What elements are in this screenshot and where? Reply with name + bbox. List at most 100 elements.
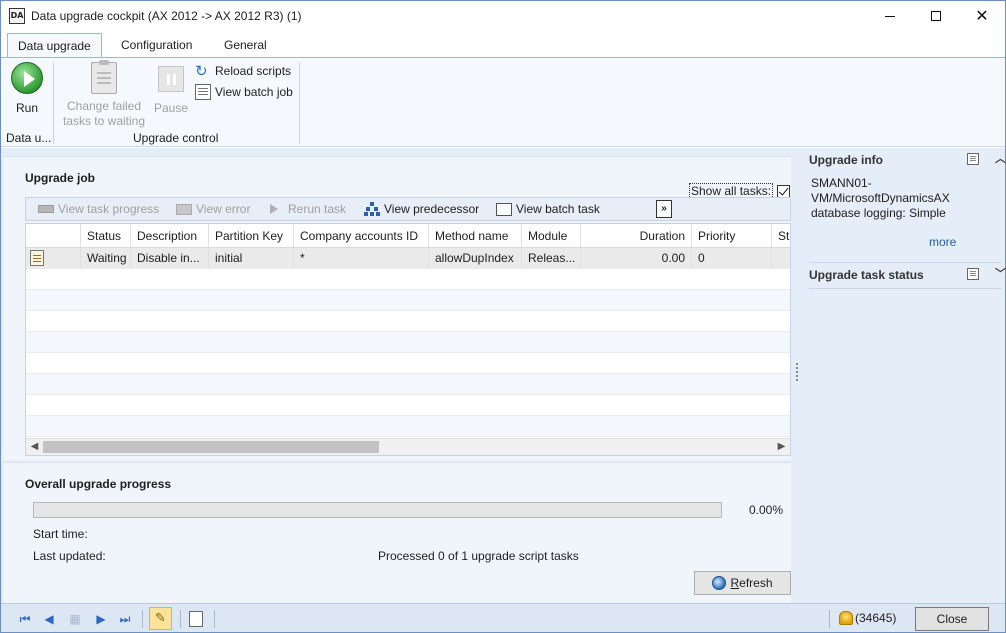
batch-task-icon — [496, 202, 512, 216]
processed-text: Processed 0 of 1 upgrade script tasks — [378, 549, 579, 563]
attachments-icon[interactable] — [189, 611, 203, 627]
app-icon: DA — [9, 8, 25, 24]
pane-splitter[interactable] — [793, 148, 801, 603]
chevron-up-icon[interactable]: ︿ — [995, 150, 1006, 166]
refresh-icon — [712, 576, 727, 590]
column-header-status[interactable]: Status — [81, 224, 131, 247]
column-header-module[interactable]: Module — [522, 224, 581, 247]
run-button[interactable]: Run — [9, 62, 45, 115]
view-batch-job-button[interactable]: View batch job — [195, 82, 293, 102]
cell-company-accounts-id: * — [294, 248, 429, 268]
status-separator — [142, 610, 143, 628]
refresh-button[interactable]: Refresh — [694, 571, 791, 595]
status-bar: ⏮ ◀ ▦ ▶ ⏭ ✎ (34645) Close — [1, 603, 1005, 632]
grid-header: Status Description Partition Key Company… — [26, 224, 790, 248]
edit-mode-button[interactable]: ✎ — [149, 607, 172, 630]
ribbon: Run Data u... Change failed tasks to wai… — [1, 57, 1005, 147]
empty-row — [26, 353, 790, 374]
empty-row — [26, 269, 790, 290]
maximize-button[interactable] — [913, 1, 959, 31]
scroll-left-icon[interactable]: ◀ — [26, 439, 43, 455]
first-record-icon[interactable]: ⏮ — [17, 611, 33, 627]
view-batch-task-button[interactable]: View batch task — [496, 198, 600, 220]
title-bar: DA Data upgrade cockpit (AX 2012 -> AX 2… — [1, 1, 1005, 31]
horizontal-scrollbar[interactable]: ◀ ▶ — [26, 438, 790, 455]
pause-button[interactable]: Pause — [153, 66, 189, 115]
cell-status: Waiting — [81, 248, 131, 268]
minimize-button[interactable] — [867, 1, 913, 31]
column-header-priority[interactable]: Priority — [692, 224, 772, 247]
show-all-tasks-checkbox[interactable] — [777, 184, 791, 198]
upgrade-info-header[interactable]: Upgrade info ︿ — [809, 149, 1006, 171]
reload-scripts-label: Reload scripts — [215, 64, 292, 78]
refresh-label-accelerator: R — [730, 576, 740, 590]
column-header-method-name[interactable]: Method name — [429, 224, 522, 247]
factbox-settings-icon[interactable] — [967, 153, 979, 165]
ribbon-separator — [53, 62, 54, 144]
cell-duration: 0.00 — [581, 248, 692, 268]
last-updated-label: Last updated: — [33, 549, 106, 563]
column-header-description[interactable]: Description — [131, 224, 209, 247]
notifications-button[interactable]: (34645) — [839, 611, 896, 625]
upgrade-task-status-title: Upgrade task status — [809, 268, 924, 282]
column-header-duration[interactable]: Duration — [581, 224, 692, 247]
progress-bar — [33, 502, 722, 518]
change-failed-label-2: tasks to waiting — [62, 114, 146, 128]
column-header-company-accounts-id[interactable]: Company accounts ID — [294, 224, 429, 247]
overall-progress-title: Overall upgrade progress — [25, 477, 172, 491]
splitter-grip-icon — [796, 363, 798, 381]
status-separator — [829, 610, 830, 628]
column-header-icon — [26, 224, 81, 247]
overall-progress-panel: Overall upgrade progress 0.00% Start tim… — [3, 462, 791, 603]
tab-general[interactable]: General — [214, 33, 277, 57]
record-list-icon[interactable]: ▦ — [67, 611, 83, 627]
view-task-progress-button[interactable]: View task progress — [38, 198, 159, 220]
tab-data-upgrade[interactable]: Data upgrade — [7, 33, 102, 58]
table-row[interactable]: Waiting Disable in... initial * allowDup… — [26, 248, 790, 269]
previous-record-icon[interactable]: ◀ — [41, 611, 57, 627]
scroll-right-icon[interactable]: ▶ — [773, 439, 790, 455]
start-time-label: Start time: — [33, 527, 88, 541]
change-failed-tasks-button[interactable]: Change failed tasks to waiting — [59, 60, 149, 129]
progress-percent: 0.00% — [749, 503, 784, 517]
last-record-icon[interactable]: ⏭ — [117, 611, 133, 627]
info-line-2: VM/MicrosoftDynamicsAX — [811, 191, 950, 205]
toolbar-overflow-button[interactable]: » — [656, 200, 672, 218]
view-predecessor-button[interactable]: View predecessor — [364, 198, 479, 220]
reload-scripts-button[interactable]: ↻ Reload scripts — [195, 61, 291, 81]
error-icon — [176, 203, 192, 215]
cell-method-name: allowDupIndex — [429, 248, 522, 268]
view-error-button[interactable]: View error — [176, 198, 250, 220]
empty-row — [26, 311, 790, 332]
column-header-sta[interactable]: Sta — [772, 224, 790, 247]
rerun-icon — [270, 204, 278, 214]
run-icon — [11, 62, 43, 94]
cell-priority: 0 — [692, 248, 772, 268]
view-error-label: View error — [196, 202, 251, 216]
close-button[interactable]: Close — [915, 607, 989, 631]
cell-partition-key: initial — [209, 248, 294, 268]
group-label-data-upgrade: Data u... — [6, 131, 52, 145]
upgrade-job-panel: Upgrade job Show all tasks: View task pr… — [3, 156, 791, 460]
next-record-icon[interactable]: ▶ — [93, 611, 109, 627]
scrollbar-thumb[interactable] — [43, 441, 379, 453]
close-window-button[interactable]: ✕ — [959, 1, 1005, 31]
view-task-progress-label: View task progress — [58, 202, 160, 216]
more-link[interactable]: more — [929, 235, 956, 249]
factbox-settings-icon[interactable] — [967, 268, 979, 280]
pencil-icon: ✎ — [155, 611, 166, 626]
tasks-grid: Status Description Partition Key Company… — [25, 223, 791, 456]
cell-sta — [772, 248, 790, 268]
tab-configuration[interactable]: Configuration — [111, 33, 202, 57]
upgrade-task-status-header[interactable]: Upgrade task status ﹀ — [809, 264, 1006, 286]
rerun-task-label: Rerun task — [288, 202, 347, 216]
reload-icon: ↻ — [195, 62, 208, 80]
pause-label: Pause — [153, 101, 189, 115]
group-label-upgrade-control: Upgrade control — [133, 131, 219, 145]
column-header-partition-key[interactable]: Partition Key — [209, 224, 294, 247]
chevron-down-icon[interactable]: ﹀ — [995, 265, 1006, 281]
view-predecessor-label: View predecessor — [384, 202, 480, 216]
pause-icon — [158, 66, 184, 92]
rerun-task-button[interactable]: Rerun task — [266, 198, 346, 220]
empty-row — [26, 416, 790, 437]
